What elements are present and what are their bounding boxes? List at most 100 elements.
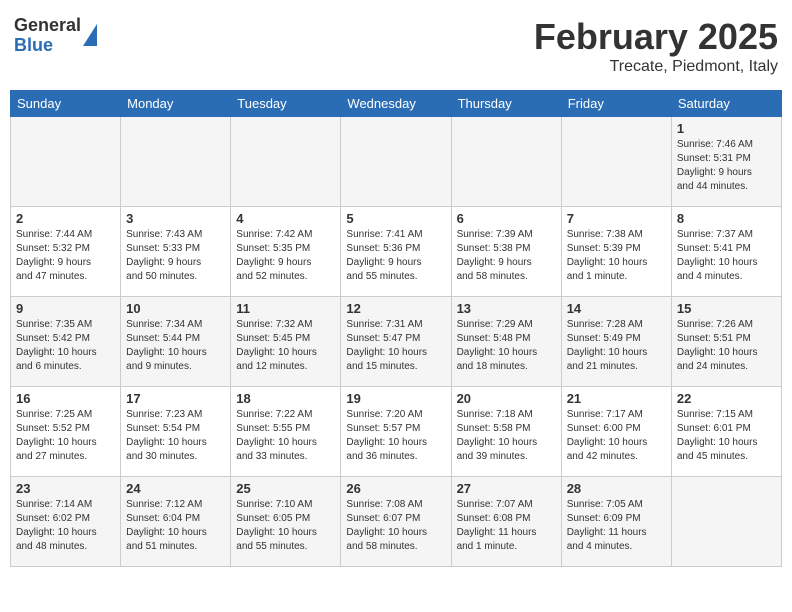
day-info: Sunrise: 7:20 AM Sunset: 5:57 PM Dayligh… <box>346 408 445 464</box>
calendar-cell: 19 Sunrise: 7:20 AM Sunset: 5:57 PM Dayli… <box>341 387 451 477</box>
calendar-table: SundayMondayTuesdayWednesdayThursdayFrid… <box>10 90 782 567</box>
day-number: 25 <box>236 481 335 496</box>
day-number: 6 <box>457 211 556 226</box>
day-info: Sunrise: 7:07 AM Sunset: 6:08 PM Dayligh… <box>457 498 556 554</box>
day-number: 4 <box>236 211 335 226</box>
calendar-cell: 5Sunrise: 7:41 AM Sunset: 5:36 PM Daylig… <box>341 207 451 297</box>
day-info: Sunrise: 7:34 AM Sunset: 5:44 PM Dayligh… <box>126 318 225 374</box>
day-number: 7 <box>567 211 666 226</box>
day-number: 20 <box>457 391 556 406</box>
weekday-header-monday: Monday <box>121 91 231 117</box>
day-number: 15 <box>677 301 776 316</box>
calendar-cell: 23 Sunrise: 7:14 AM Sunset: 6:02 PM Dayli… <box>11 477 121 567</box>
day-number: 23 <box>16 481 115 496</box>
week-row-5: 23 Sunrise: 7:14 AM Sunset: 6:02 PM Dayli… <box>11 477 782 567</box>
page-header: General Blue February 2025 Trecate, Pied… <box>10 10 782 82</box>
calendar-cell: 8 Sunrise: 7:37 AM Sunset: 5:41 PM Daylig… <box>671 207 781 297</box>
month-title: February 2025 <box>534 16 778 58</box>
day-info: Sunrise: 7:44 AM Sunset: 5:32 PM Dayligh… <box>16 228 115 284</box>
calendar-cell: 14 Sunrise: 7:28 AM Sunset: 5:49 PM Dayli… <box>561 297 671 387</box>
day-number: 14 <box>567 301 666 316</box>
calendar-cell: 18 Sunrise: 7:22 AM Sunset: 5:55 PM Dayli… <box>231 387 341 477</box>
day-number: 24 <box>126 481 225 496</box>
day-number: 5 <box>346 211 445 226</box>
day-number: 2 <box>16 211 115 226</box>
day-number: 28 <box>567 481 666 496</box>
week-row-4: 16 Sunrise: 7:25 AM Sunset: 5:52 PM Dayli… <box>11 387 782 477</box>
weekday-header-row: SundayMondayTuesdayWednesdayThursdayFrid… <box>11 91 782 117</box>
calendar-cell: 13 Sunrise: 7:29 AM Sunset: 5:48 PM Dayli… <box>451 297 561 387</box>
logo: General Blue <box>14 16 97 56</box>
day-info: Sunrise: 7:15 AM Sunset: 6:01 PM Dayligh… <box>677 408 776 464</box>
day-info: Sunrise: 7:17 AM Sunset: 6:00 PM Dayligh… <box>567 408 666 464</box>
calendar-cell <box>341 117 451 207</box>
day-info: Sunrise: 7:14 AM Sunset: 6:02 PM Dayligh… <box>16 498 115 554</box>
day-number: 8 <box>677 211 776 226</box>
weekday-header-sunday: Sunday <box>11 91 121 117</box>
calendar-cell: 2 Sunrise: 7:44 AM Sunset: 5:32 PM Daylig… <box>11 207 121 297</box>
day-number: 1 <box>677 121 776 136</box>
calendar-cell: 12 Sunrise: 7:31 AM Sunset: 5:47 PM Dayli… <box>341 297 451 387</box>
calendar-cell: 28 Sunrise: 7:05 AM Sunset: 6:09 PM Dayli… <box>561 477 671 567</box>
day-info: Sunrise: 7:08 AM Sunset: 6:07 PM Dayligh… <box>346 498 445 554</box>
calendar-cell <box>11 117 121 207</box>
calendar-cell: 21 Sunrise: 7:17 AM Sunset: 6:00 PM Dayli… <box>561 387 671 477</box>
weekday-header-tuesday: Tuesday <box>231 91 341 117</box>
day-number: 19 <box>346 391 445 406</box>
calendar-cell: 9Sunrise: 7:35 AM Sunset: 5:42 PM Daylig… <box>11 297 121 387</box>
day-info: Sunrise: 7:37 AM Sunset: 5:41 PM Dayligh… <box>677 228 776 284</box>
calendar-cell: 20 Sunrise: 7:18 AM Sunset: 5:58 PM Dayli… <box>451 387 561 477</box>
calendar-cell: 11Sunrise: 7:32 AM Sunset: 5:45 PM Dayli… <box>231 297 341 387</box>
logo-blue: Blue <box>14 36 81 56</box>
day-number: 10 <box>126 301 225 316</box>
day-info: Sunrise: 7:18 AM Sunset: 5:58 PM Dayligh… <box>457 408 556 464</box>
day-info: Sunrise: 7:26 AM Sunset: 5:51 PM Dayligh… <box>677 318 776 374</box>
day-number: 27 <box>457 481 556 496</box>
calendar-cell: 10 Sunrise: 7:34 AM Sunset: 5:44 PM Dayli… <box>121 297 231 387</box>
logo-text: General Blue <box>14 16 81 56</box>
day-info: Sunrise: 7:22 AM Sunset: 5:55 PM Dayligh… <box>236 408 335 464</box>
day-info: Sunrise: 7:43 AM Sunset: 5:33 PM Dayligh… <box>126 228 225 284</box>
logo-triangle-icon <box>83 24 97 46</box>
calendar-cell: 3 Sunrise: 7:43 AM Sunset: 5:33 PM Daylig… <box>121 207 231 297</box>
day-number: 17 <box>126 391 225 406</box>
calendar-cell <box>451 117 561 207</box>
calendar-cell: 1 Sunrise: 7:46 AM Sunset: 5:31 PM Daylig… <box>671 117 781 207</box>
location-title: Trecate, Piedmont, Italy <box>534 58 778 76</box>
day-info: Sunrise: 7:42 AM Sunset: 5:35 PM Dayligh… <box>236 228 335 284</box>
day-info: Sunrise: 7:29 AM Sunset: 5:48 PM Dayligh… <box>457 318 556 374</box>
day-number: 11 <box>236 301 335 316</box>
day-info: Sunrise: 7:35 AM Sunset: 5:42 PM Dayligh… <box>16 318 115 374</box>
day-number: 26 <box>346 481 445 496</box>
day-number: 22 <box>677 391 776 406</box>
day-info: Sunrise: 7:28 AM Sunset: 5:49 PM Dayligh… <box>567 318 666 374</box>
calendar-cell: 26 Sunrise: 7:08 AM Sunset: 6:07 PM Dayli… <box>341 477 451 567</box>
day-number: 12 <box>346 301 445 316</box>
day-number: 16 <box>16 391 115 406</box>
calendar-cell <box>561 117 671 207</box>
calendar-cell: 17 Sunrise: 7:23 AM Sunset: 5:54 PM Dayli… <box>121 387 231 477</box>
day-info: Sunrise: 7:46 AM Sunset: 5:31 PM Dayligh… <box>677 138 776 194</box>
day-info: Sunrise: 7:10 AM Sunset: 6:05 PM Dayligh… <box>236 498 335 554</box>
logo-general: General <box>14 16 81 36</box>
day-info: Sunrise: 7:23 AM Sunset: 5:54 PM Dayligh… <box>126 408 225 464</box>
calendar-cell: 6 Sunrise: 7:39 AM Sunset: 5:38 PM Daylig… <box>451 207 561 297</box>
day-number: 21 <box>567 391 666 406</box>
day-number: 3 <box>126 211 225 226</box>
week-row-2: 2 Sunrise: 7:44 AM Sunset: 5:32 PM Daylig… <box>11 207 782 297</box>
calendar-cell: 24 Sunrise: 7:12 AM Sunset: 6:04 PM Dayli… <box>121 477 231 567</box>
calendar-cell: 22 Sunrise: 7:15 AM Sunset: 6:01 PM Dayli… <box>671 387 781 477</box>
day-info: Sunrise: 7:05 AM Sunset: 6:09 PM Dayligh… <box>567 498 666 554</box>
day-number: 18 <box>236 391 335 406</box>
day-info: Sunrise: 7:25 AM Sunset: 5:52 PM Dayligh… <box>16 408 115 464</box>
day-info: Sunrise: 7:31 AM Sunset: 5:47 PM Dayligh… <box>346 318 445 374</box>
week-row-1: 1 Sunrise: 7:46 AM Sunset: 5:31 PM Daylig… <box>11 117 782 207</box>
day-info: Sunrise: 7:12 AM Sunset: 6:04 PM Dayligh… <box>126 498 225 554</box>
day-number: 13 <box>457 301 556 316</box>
calendar-cell <box>231 117 341 207</box>
calendar-cell: 25 Sunrise: 7:10 AM Sunset: 6:05 PM Dayli… <box>231 477 341 567</box>
calendar-cell: 15 Sunrise: 7:26 AM Sunset: 5:51 PM Dayli… <box>671 297 781 387</box>
calendar-cell <box>121 117 231 207</box>
day-info: Sunrise: 7:39 AM Sunset: 5:38 PM Dayligh… <box>457 228 556 284</box>
calendar-cell: 27 Sunrise: 7:07 AM Sunset: 6:08 PM Dayli… <box>451 477 561 567</box>
